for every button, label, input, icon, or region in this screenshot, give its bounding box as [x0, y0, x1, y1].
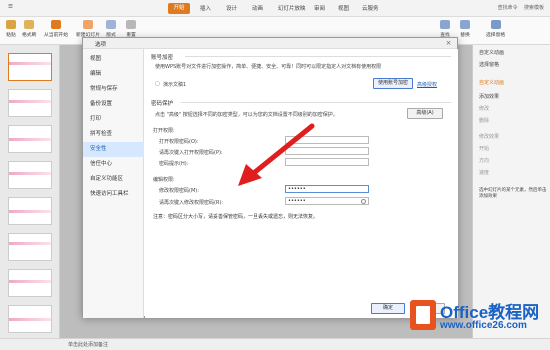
password-desc: 点击 "高级" 按钮选择不同的加密类型，可以为您的文档设置不同级别的加密保护。	[155, 112, 338, 118]
reenter-open-label: 请再次键入打开权限密码(P):	[159, 150, 223, 156]
close-icon[interactable]: ×	[444, 39, 453, 48]
office-logo-icon	[410, 300, 436, 330]
layout-icon	[106, 20, 116, 29]
direction-label: 方向	[479, 158, 490, 164]
open-password-label: 打开权限密码(O):	[159, 139, 199, 145]
replace-button[interactable]: 替换	[460, 20, 470, 38]
paste-icon	[6, 20, 16, 29]
paste-button[interactable]: 粘贴	[6, 20, 16, 38]
layout-button[interactable]: 版式	[106, 20, 116, 38]
delete-button[interactable]: 删除	[479, 117, 489, 124]
slides-panel[interactable]	[0, 45, 60, 338]
pane-title: 自定义动画	[479, 50, 505, 56]
menu-tab-cloud[interactable]: 云服务	[362, 4, 379, 12]
password-warning: 注意：密码区分大小写，请妥善保管密码，一旦丢失或遗忘，则无法恢复。	[153, 214, 319, 220]
account-encrypt-button[interactable]: 使用账号加密	[373, 78, 413, 89]
speed-label: 速度	[479, 170, 490, 176]
menu-tab-start[interactable]: 开始	[168, 3, 190, 14]
advanced-auth-link[interactable]: 高级授权	[417, 81, 437, 88]
open-permission-title: 打开权限:	[153, 128, 175, 134]
modify-password-label: 修改权限密码(M):	[159, 188, 199, 194]
format-painter-button[interactable]: 格式刷	[22, 20, 36, 38]
find-button[interactable]: 查找	[440, 20, 450, 38]
nav-item-edit[interactable]: 编辑	[83, 67, 144, 82]
add-effect-button[interactable]: 添加效果	[479, 93, 499, 100]
menu-tab-review[interactable]: 审阅	[314, 4, 325, 12]
new-slide-icon	[83, 20, 93, 29]
selection-pane-link[interactable]: 选择窗格	[479, 61, 499, 68]
nav-item-spellcheck[interactable]: 拼写检查	[83, 127, 144, 142]
password-hint-label: 密码提示(H):	[159, 161, 189, 167]
modify-button[interactable]: 修改	[479, 105, 489, 112]
custom-animation-heading: 自定义动画	[479, 80, 505, 86]
modify-effect-label: 修改效果	[479, 134, 500, 140]
replace-icon	[460, 20, 470, 29]
search-command[interactable]: 查找命令	[498, 5, 518, 11]
modify-password-field[interactable]: ••••••	[285, 185, 369, 193]
account-desc: 使用WPS账号对文件进行加密操作，简单、便捷、安全、可靠！同时可以限定指定人对文…	[155, 64, 382, 70]
slide-thumbnail[interactable]	[8, 89, 52, 117]
selection-pane-button[interactable]: 选择窗格	[486, 20, 505, 38]
nav-item-quick-access[interactable]: 快速访问工具栏	[83, 187, 144, 202]
security-panel: 账号加密 使用WPS账号对文件进行加密操作，简单、便捷、安全、可靠！同时可以限定…	[145, 49, 458, 318]
slide-thumbnail[interactable]	[8, 161, 52, 189]
menu-tab-view[interactable]: 视图	[338, 4, 349, 12]
reenter-modify-label: 请再次键入修改权限密码(R):	[159, 200, 224, 206]
watermark: Office教程网 www.office26.com	[410, 296, 550, 340]
animation-pane: 自定义动画 选择窗格 自定义动画 添加效果 修改 删除 修改效果 开始 方向 速…	[472, 45, 550, 338]
play-icon	[51, 20, 61, 29]
doc-icon: ▢	[155, 81, 160, 87]
nav-item-trust-center[interactable]: 信任中心	[83, 157, 144, 172]
menu-tab-insert[interactable]: 插入	[200, 4, 211, 12]
watermark-url: www.office26.com	[440, 320, 527, 331]
reenter-modify-field[interactable]: ••••••	[285, 197, 369, 205]
show-password-icon[interactable]	[361, 198, 366, 204]
nav-item-security[interactable]: 安全性	[83, 142, 144, 157]
nav-item-backup[interactable]: 备份设置	[83, 97, 144, 112]
menu-tab-design[interactable]: 设计	[226, 4, 237, 12]
advanced-button[interactable]: 高级(A)	[407, 108, 443, 119]
slide-thumbnail[interactable]	[8, 305, 52, 333]
start-label: 开始	[479, 146, 490, 152]
ok-button[interactable]: 确定	[371, 303, 405, 314]
dialog-titlebar[interactable]: 选项 ×	[83, 38, 457, 49]
brush-icon	[24, 20, 35, 29]
find-icon	[440, 20, 450, 29]
edit-permission-title: 编辑权限:	[153, 177, 175, 183]
slide-thumbnail[interactable]	[8, 233, 52, 261]
new-slide-button[interactable]: 新建幻灯片	[76, 20, 100, 38]
slide-thumbnail[interactable]	[8, 269, 52, 297]
nav-item-print[interactable]: 打印	[83, 112, 144, 127]
from-current-button[interactable]: 从当前开始	[44, 20, 68, 38]
slide-thumbnail[interactable]	[8, 125, 52, 153]
search-template[interactable]: 搜索模板	[524, 5, 544, 11]
nav-item-customize-ribbon[interactable]: 自定义功能区	[83, 172, 144, 187]
section-title-password: 密码保护	[151, 101, 174, 107]
reset-icon	[126, 20, 136, 29]
password-hint-field[interactable]	[285, 158, 369, 166]
slide-thumbnail[interactable]	[8, 53, 52, 81]
nav-item-view[interactable]: 视图	[83, 52, 144, 67]
app-menu-icon[interactable]: ☰	[8, 4, 13, 10]
reset-button[interactable]: 重置	[126, 20, 136, 38]
menu-tab-animation[interactable]: 动画	[252, 4, 263, 12]
current-doc-name: 演示文稿1	[163, 82, 187, 88]
pane-hint: 选中幻灯片的某个元素，然后单击添加效果	[479, 188, 547, 199]
open-password-field[interactable]	[285, 136, 369, 144]
section-title-account: 账号加密	[151, 55, 174, 61]
notes-placeholder[interactable]: 单击此处添加备注	[68, 341, 108, 348]
selection-pane-icon	[490, 20, 501, 29]
options-dialog: 选项 × 视图 编辑 常规与保存 备份设置 打印 拼写检查 安全性 信任中心 自…	[82, 37, 458, 318]
title-bar: ☰ 开始 插入 设计 动画 幻灯片放映 审阅 视图 云服务 查找命令 搜索模板	[0, 0, 550, 17]
menu-tab-slideshow[interactable]: 幻灯片放映	[278, 4, 306, 12]
dialog-title: 选项	[95, 42, 107, 48]
nav-item-general-save[interactable]: 常规与保存	[83, 82, 144, 97]
reenter-open-field[interactable]	[285, 147, 369, 155]
slide-thumbnail[interactable]	[8, 197, 52, 225]
options-nav: 视图 编辑 常规与保存 备份设置 打印 拼写检查 安全性 信任中心 自定义功能区…	[83, 49, 144, 318]
